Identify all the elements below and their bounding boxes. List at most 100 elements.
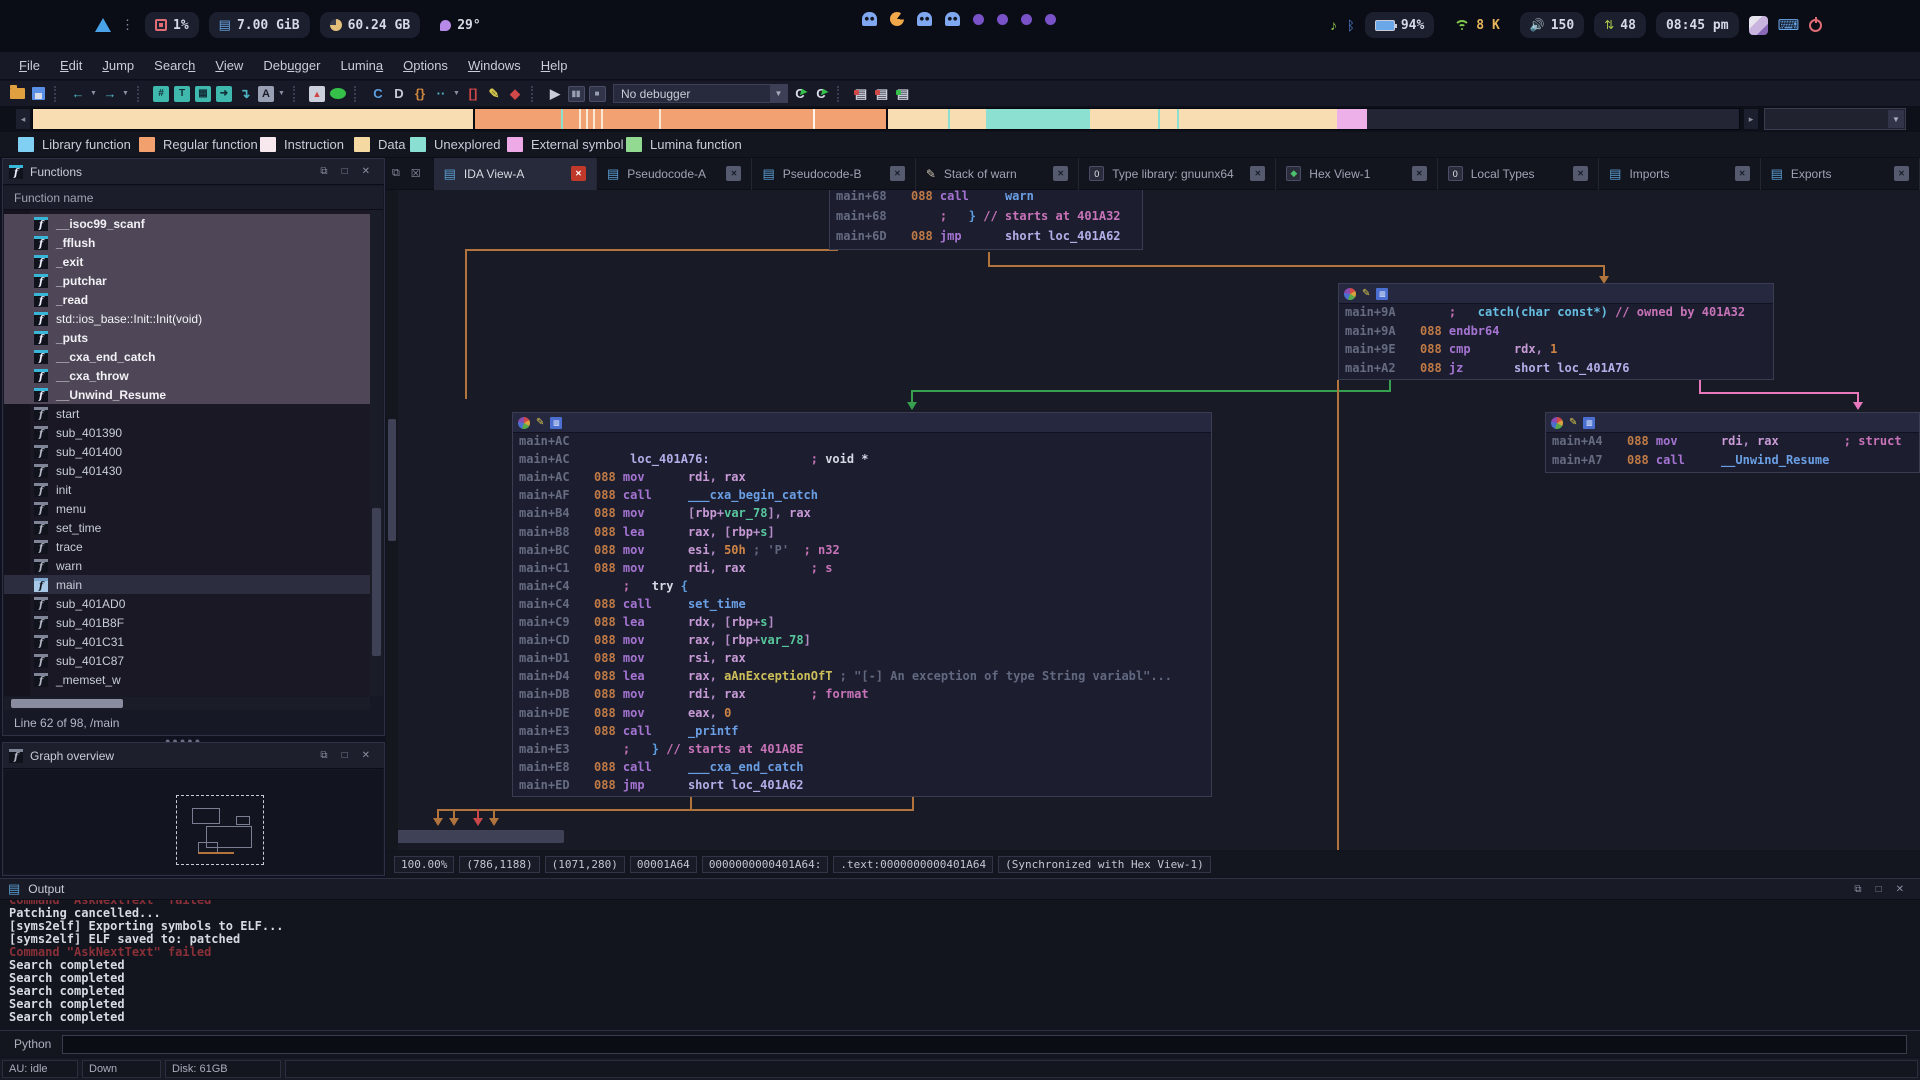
workspace-2-pacman-icon[interactable] [890,12,904,26]
chart-icon[interactable]: ▥ [1376,288,1388,300]
mdi-close-icon[interactable]: ☒ [406,167,426,180]
tab-close-icon[interactable]: ✕ [1573,166,1588,181]
minimap-viewport[interactable] [176,795,264,865]
graph-view-button[interactable]: # [152,84,170,103]
function-row-menu[interactable]: fmenu [4,499,370,518]
function-row-std-ios_base-Init-Init-void-[interactable]: fstd::ios_base::Init::Init(void) [4,309,370,328]
tab-close-icon[interactable]: ✕ [726,166,741,181]
node-header[interactable]: ✎▥ [1546,413,1919,433]
more-commands-dropdown[interactable]: ▼ [453,90,461,97]
workspace-5-dot-icon[interactable] [973,14,984,25]
navigate-forward-button[interactable]: → [101,84,119,103]
function-row-sub_401C31[interactable]: fsub_401C31 [4,632,370,651]
function-row-_puts[interactable]: f_puts [4,328,370,347]
user-avatar[interactable] [1749,16,1768,35]
output-panel-header[interactable]: ▤ Output ⧉ □ ✕ [0,879,1920,900]
restore-icon[interactable]: ⧉ [320,166,327,177]
menu-debugger[interactable]: Debugger [254,54,329,77]
navband-segment-2[interactable] [887,109,986,129]
tab-close-icon[interactable]: ✕ [1250,166,1265,181]
function-row-sub_401B8F[interactable]: fsub_401B8F [4,613,370,632]
menu-search[interactable]: Search [145,54,204,77]
workspace-8-dot-icon[interactable] [1045,14,1056,25]
color-wheel-icon[interactable] [518,417,530,429]
more-commands-button[interactable]: ·· [432,84,450,103]
text-view-button[interactable]: T [173,84,191,103]
pause-process-button[interactable]: ▮▮ [567,84,585,103]
python-input[interactable] [62,1035,1907,1054]
workspace-3-ghost-icon[interactable] [917,12,932,26]
menu-dots-icon[interactable]: ⋮ [121,17,135,33]
tab-ida-view-a[interactable]: ▤IDA View-A✕ [434,158,597,190]
navband-segment-6[interactable] [1367,109,1739,129]
arch-linux-logo[interactable] [95,18,111,32]
close-icon[interactable]: ✕ [1896,884,1904,895]
graph-canvas[interactable]: main+68088 call warnmain+68 ; } // start… [386,190,1920,850]
navband-strip[interactable] [32,108,1740,130]
function-row-init[interactable]: finit [4,480,370,499]
navband-segment-5[interactable] [1337,109,1367,129]
menu-windows[interactable]: Windows [459,54,530,77]
workspace-6-dot-icon[interactable] [997,14,1008,25]
tab-close-icon[interactable]: ✕ [1894,166,1909,181]
function-row-__cxa_throw[interactable]: f__cxa_throw [4,366,370,385]
function-row-_memset_w[interactable]: f_memset_w [4,670,370,689]
tab-close-icon[interactable]: ✕ [1053,166,1068,181]
start-process-button[interactable]: ▶ [546,84,564,103]
jump-address-button[interactable]: ↴ [236,84,254,103]
patch-bytes-button[interactable]: [] [464,84,482,103]
edit-pencil-icon[interactable]: ✎ [1569,417,1577,428]
edit-pencil-icon[interactable]: ✎ [536,417,544,428]
function-row-__Unwind_Resume[interactable]: f__Unwind_Resume [4,385,370,404]
function-list-button[interactable]: ▤ [894,84,912,103]
function-row-__isoc99_scanf[interactable]: f__isoc99_scanf [4,214,370,233]
function-row-sub_401430[interactable]: fsub_401430 [4,461,370,480]
set-colors-button[interactable]: A [257,84,275,103]
step-into-button[interactable]: C▶ [791,84,809,103]
proximity-view-button[interactable]: ➜ [215,84,233,103]
chart-icon[interactable]: ▥ [1583,417,1595,429]
tab-hex-view-1[interactable]: ◆Hex View-1✕ [1276,158,1437,190]
functions-panel-header[interactable]: f Functions ⧉ □ ✕ [3,159,384,185]
function-row-__cxa_end_catch[interactable]: f__cxa_end_catch [4,347,370,366]
maximize-icon[interactable]: □ [342,750,348,761]
battery-widget[interactable]: 94% [1365,12,1434,38]
function-row-_read[interactable]: f_read [4,290,370,309]
color-wheel-icon[interactable] [1551,417,1563,429]
node-header[interactable]: ✎▥ [513,413,1211,433]
tab-close-icon[interactable]: ✕ [890,166,905,181]
menu-file[interactable]: File [10,54,49,77]
power-icon[interactable] [1809,19,1822,32]
tab-close-icon[interactable]: ✕ [571,166,586,181]
navband-left-arrow[interactable]: ◂ [16,109,30,129]
segment-list-button[interactable]: ▤ [873,84,891,103]
navband-zoom-box[interactable]: ▼ [1764,108,1906,130]
clock-widget[interactable]: 08:45 pm [1656,12,1739,38]
graph-horizontal-scrollbar[interactable] [394,830,564,843]
colors-dropdown[interactable]: ▼ [278,90,286,97]
node-main68[interactable]: main+68088 call warnmain+68 ; } // start… [829,190,1143,250]
tab-close-icon[interactable]: ✕ [1735,166,1750,181]
navigate-back-button[interactable]: ← [69,84,87,103]
music-icon[interactable]: ♪ [1330,17,1337,33]
chart-icon[interactable]: ▥ [550,417,562,429]
volume-widget[interactable]: 🔊 150 [1520,12,1584,38]
save-database-button[interactable] [29,84,47,103]
tab-close-icon[interactable]: ✕ [1412,166,1427,181]
workspace-4-ghost-icon[interactable] [945,12,960,26]
tab-local-types[interactable]: 0Local Types✕ [1438,158,1599,190]
maximize-icon[interactable]: □ [342,166,348,177]
node-header[interactable]: ✎▥ [1339,284,1773,304]
navband-segment-3[interactable] [986,109,1090,129]
navband-right-arrow[interactable]: ▸ [1744,109,1758,129]
function-row-sub_401390[interactable]: fsub_401390 [4,423,370,442]
menu-lumina[interactable]: Lumina [331,54,392,77]
functions-horizontal-scrollbar[interactable] [4,697,370,710]
stop-process-button[interactable]: ■ [588,84,606,103]
tab-pseudocode-b[interactable]: ▤Pseudocode-B✕ [752,158,915,190]
edit-comment-button[interactable]: ✎ [485,84,503,103]
breakpoint-button[interactable]: ◆ [506,84,524,103]
function-row-sub_401400[interactable]: fsub_401400 [4,442,370,461]
function-row-_exit[interactable]: f_exit [4,252,370,271]
weather-widget[interactable]: 29° [430,12,490,38]
